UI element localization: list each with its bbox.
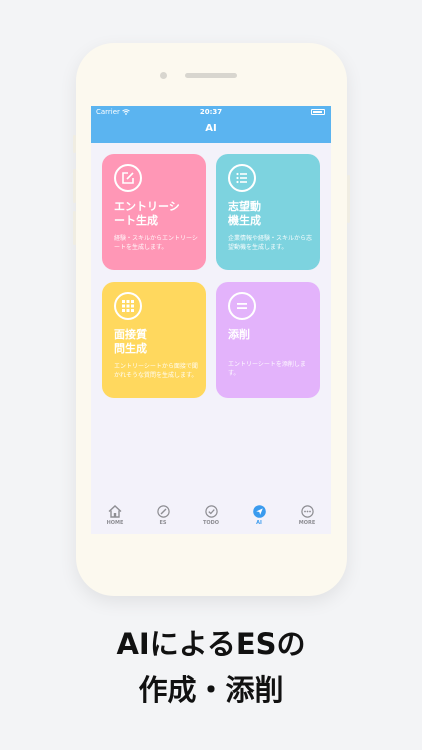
tab-todo[interactable]: TODO [191,505,231,526]
card-title: 志望動 機生成 [228,200,261,227]
paper-plane-icon [252,505,266,518]
card-motivation-generate[interactable]: 志望動 機生成 企業情報や経験・スキルから志望動機を生成します。 [216,154,320,270]
equals-icon [228,292,256,320]
caption-line-2: 作成・添削 [138,673,284,707]
page-title: AI [205,123,217,134]
card-title: 面接質 問生成 [114,328,147,355]
battery-icon [311,109,325,115]
earpiece-speaker [185,73,237,78]
card-description: エントリーシートから面接で聞かれそうな質問を生成します。 [114,363,198,379]
volume-up-button [73,169,76,203]
tab-label: HOME [106,520,124,526]
card-interview-questions-generate[interactable]: 面接質 問生成 エントリーシートから面接で聞かれそうな質問を生成します。 [102,282,206,398]
card-description: 経験・スキルからエントリーシートを生成します。 [114,235,198,251]
tab-label: TODO [202,520,220,526]
tab-label: ES [159,520,167,526]
card-description: エントリーシートを添削します。 [228,361,306,377]
navigation-bar: Carrier 20:37 AI [91,106,331,143]
tab-home[interactable]: HOME [95,505,135,526]
tab-more[interactable]: MORE [287,505,327,526]
status-bar: Carrier 20:37 [91,108,331,118]
card-title: 添削 [228,328,250,341]
tab-label: MORE [298,520,316,526]
grid-icon [114,292,142,320]
tab-es[interactable]: ES [143,505,183,526]
phone-frame: Carrier 20:37 AI エントリーシ ート生成 経験・スキルからエント… [73,43,350,596]
tab-bar: HOME ES TODO AI MORE [91,502,331,534]
pencil-circle-icon [156,505,170,518]
power-button [347,175,350,223]
card-description: 企業情報や経験・スキルから志望動機を生成します。 [228,235,313,251]
mute-switch [73,135,76,153]
clock-time: 20:37 [199,108,223,116]
caption-line-1: AIによるESの [116,627,306,661]
app-screen: Carrier 20:37 AI エントリーシ ート生成 経験・スキルからエント… [91,106,331,534]
volume-down-button [73,211,76,245]
edit-icon [114,164,142,192]
card-proofread[interactable]: 添削 エントリーシートを添削します。 [216,282,320,398]
tab-ai[interactable]: AI [239,505,279,526]
home-icon [108,505,122,518]
card-title: エントリーシ ート生成 [114,200,180,227]
front-camera [160,72,167,79]
more-icon [300,505,314,518]
card-entry-sheet-generate[interactable]: エントリーシ ート生成 経験・スキルからエントリーシートを生成します。 [102,154,206,270]
check-circle-icon [204,505,218,518]
list-icon [228,164,256,192]
tab-label: AI [256,520,262,526]
